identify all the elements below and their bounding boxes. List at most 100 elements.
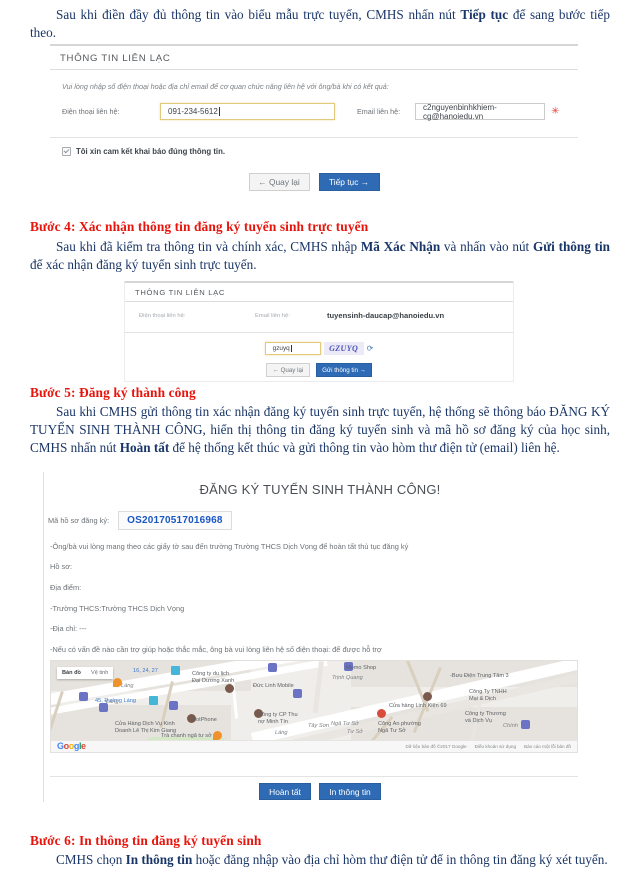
map-label: Ngã Tư Sở [331, 721, 359, 727]
registration-code-value: OS20170517016968 [118, 511, 232, 530]
consent-checkbox-row[interactable]: Tôi xin cam kết khai báo đúng thông tin. [50, 147, 578, 156]
step5-text-post: để hệ thống kết thúc và gửi thông tin và… [169, 439, 560, 455]
print-info-button[interactable]: In thông tin [319, 783, 381, 800]
step6-text-pre: CMHS chọn [56, 852, 126, 867]
map-label: HotPhone [192, 717, 217, 723]
map-type-map[interactable]: Bản đồ [57, 667, 86, 679]
form1-panel-title: THÔNG TIN LIÊN LẠC [50, 44, 578, 70]
map-poi-marker[interactable] [79, 692, 88, 701]
registration-code-row: Mã hồ sơ đăng ký: OS20170517016968 [48, 511, 232, 530]
form1-divider [50, 137, 578, 138]
step4-text-mid: và nhấn vào nút [440, 239, 533, 254]
map-label: Công ty du lịch Đại Dương Xanh [192, 671, 235, 684]
finish-button[interactable]: Hoàn tất [259, 783, 311, 800]
step4-text-pre: Sau khi đã kiểm tra thông tin và chính x… [56, 239, 361, 254]
map-label: Momo Shop [346, 665, 377, 671]
success-title: ĐĂNG KÝ TUYỂN SINH THÀNH CÔNG! [199, 482, 441, 497]
success-info-line-0: -Ông/bà vui lòng mang theo các giấy tờ s… [50, 542, 409, 551]
form1-email-label: Email liên hệ: [357, 107, 401, 116]
form2-panel-title: THÔNG TIN LIÊN LẠC [125, 281, 513, 302]
map-footer-copyright: Dữ liệu bản đồ ©2017 Google [405, 744, 467, 749]
step4-paragraph: Sau khi đã kiểm tra thông tin và chính x… [30, 238, 610, 274]
step6-text-post: hoặc đăng nhập vào địa chỉ hòm thư điện … [192, 852, 608, 867]
continue-button[interactable]: Tiếp tục → [318, 173, 380, 191]
form2-email-value: tuyensinh-daucap@hanoiedu.vn [327, 311, 445, 320]
google-logo: Google [57, 741, 86, 751]
map-footer: Dữ liệu bản đồ ©2017 Google Điều khoản s… [51, 740, 577, 752]
intro-text-bold: Tiếp tục [460, 7, 509, 22]
map-transit-icon[interactable] [149, 696, 158, 705]
submit-info-button[interactable]: Gửi thông tin → [316, 363, 372, 377]
phone-input[interactable]: 091-234-5612 [160, 103, 335, 120]
map-footer-report[interactable]: Báo cáo một lỗi bản đồ [524, 744, 571, 749]
back-button-1[interactable]: ← Quay lại [248, 173, 310, 191]
map-poi-marker[interactable] [225, 684, 234, 693]
contact-info-form-1: THÔNG TIN LIÊN LẠC Vui lòng nhập số điện… [50, 44, 578, 202]
captcha-image-text: GZUYQ [329, 344, 359, 353]
step6-paragraph: CMHS chọn In thông tin hoặc đăng nhập và… [30, 851, 610, 869]
intro-text-pre: Sau khi điền đầy đủ thông tin vào biểu m… [56, 7, 461, 22]
success-panel-left-border [43, 472, 44, 802]
consent-label: Tôi xin cam kết khai báo đúng thông tin. [76, 147, 226, 156]
registration-code-label: Mã hồ sơ đăng ký: [48, 516, 110, 525]
captcha-input-value: gzuyq [272, 345, 290, 352]
step5-paragraph: Sau khi CMHS gửi thông tin xác nhận đăng… [30, 403, 610, 456]
map-poi-marker[interactable] [169, 701, 178, 710]
phone-input-value: 091-234-5612 [168, 107, 218, 116]
map-label: -Bưu Điện Trung Tâm 3 [450, 673, 509, 679]
map-label: Láng [275, 730, 288, 736]
text-caret [290, 345, 292, 352]
map-poi-marker[interactable] [268, 663, 277, 672]
location-map[interactable]: 16, 24, 27 45, Đường Láng Láng Láng Công ty … [50, 660, 578, 753]
map-poi-marker[interactable] [377, 709, 386, 718]
map-label: Trà chanh ngã tư sở [161, 733, 212, 739]
back-button-2[interactable]: ← Quay lại [266, 363, 310, 377]
captcha-input[interactable]: gzuyq [264, 342, 321, 355]
map-label: Công Ty TNHH Mại & Dịch [469, 689, 507, 702]
text-caret [218, 107, 220, 116]
map-type-control[interactable]: Bản đồ Vệ tinh [57, 667, 114, 679]
email-input[interactable]: c2nguyenbinhkhiem-cg@hanoiedu.vn [415, 102, 545, 121]
consent-checkbox[interactable] [62, 147, 71, 156]
form1-hint: Vui lòng nhập số điện thoại hoặc địa chỉ… [62, 82, 389, 91]
email-input-value: c2nguyenbinhkhiem-cg@hanoiedu.vn [423, 102, 497, 121]
form2-divider [125, 332, 513, 333]
map-poi-marker[interactable] [521, 720, 530, 729]
map-label: Đức Linh Mobile [253, 683, 294, 689]
success-actions-divider [50, 776, 578, 777]
form1-phone-label: Điện thoại liên hệ: [62, 107, 120, 116]
map-label: Tư Sở [347, 729, 363, 735]
success-info-line-5: -Nếu có vấn đề nào cần trợ giúp hoặc thắ… [50, 645, 382, 654]
map-type-satellite[interactable]: Vệ tinh [86, 667, 113, 679]
captcha-image: GZUYQ [323, 342, 364, 355]
map-label: 16, 24, 27 [133, 668, 158, 674]
map-transit-icon[interactable] [171, 666, 180, 675]
intro-paragraph: Sau khi điền đầy đủ thông tin vào biểu m… [30, 6, 610, 42]
map-poi-marker[interactable] [293, 689, 302, 698]
step6-heading: Bước 6: In thông tin đăng ký tuyển sinh [30, 833, 262, 848]
step4-heading: Bước 4: Xác nhận thông tin đăng ký tuyển… [30, 219, 369, 234]
step4-bold-1: Mã Xác Nhận [360, 239, 441, 254]
contact-info-form-2: THÔNG TIN LIÊN LẠC Điện thoại liên hệ: E… [124, 281, 514, 382]
required-star-icon: ✳ [551, 105, 560, 117]
map-label: Cửa hàng Linh Kiện 69 [389, 703, 447, 709]
map-label: Chính [503, 723, 518, 729]
map-label: Công An phường Ngã Tư Sở [378, 721, 421, 734]
success-info-line-4: -Địa chỉ: --- [50, 624, 87, 633]
map-poi-marker[interactable] [213, 731, 222, 740]
map-footer-terms[interactable]: Điều khoản sử dụng [475, 744, 516, 749]
map-label: Láng [106, 699, 119, 705]
step4-text-post: để xác nhận đăng ký tuyển sinh trực tuyế… [30, 256, 257, 272]
step4-bold-2: Gửi thông tin [532, 239, 610, 254]
map-label: Tây Sơn [308, 723, 330, 729]
success-info-line-3: -Trường THCS:Trường THCS Dịch Vọng [50, 604, 185, 613]
success-info-line-2: Địa điểm: [50, 583, 82, 592]
map-label: Láng [121, 683, 134, 689]
step5-heading: Bước 5: Đăng ký thành công [30, 385, 196, 400]
form2-email-label: Email liên hệ: [255, 312, 290, 319]
success-info-line-1: Hồ sơ: [50, 562, 73, 571]
map-poi-marker[interactable] [423, 692, 432, 701]
step5-bold: Hoàn tất [119, 439, 170, 455]
refresh-captcha-icon[interactable]: ⟳ [367, 344, 374, 353]
form2-phone-label: Điện thoại liên hệ: [139, 312, 186, 319]
